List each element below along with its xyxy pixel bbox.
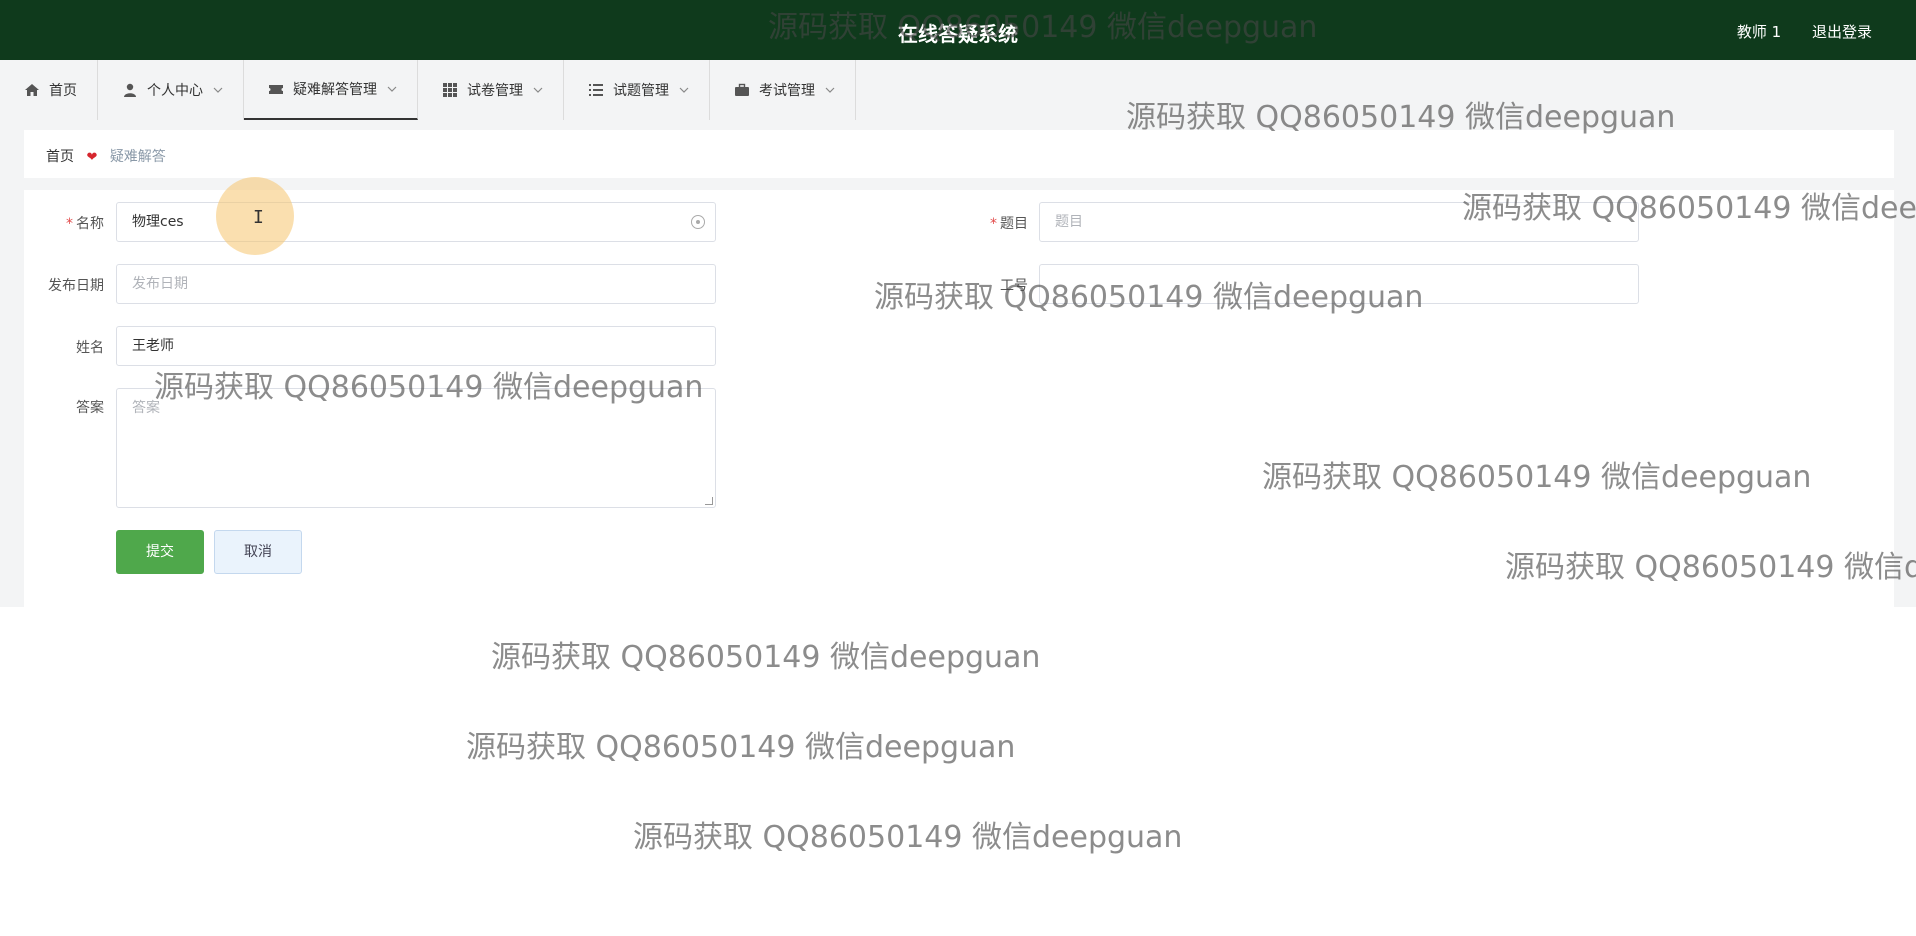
user-area: 教师 1 退出登录 <box>1711 21 1872 42</box>
breadcrumb-home[interactable]: 首页 <box>46 149 74 165</box>
nav-label: 疑难解答管理 <box>293 82 377 98</box>
briefcase-icon <box>735 83 749 96</box>
breadcrumb-trail: 首页 ❤ 疑难解答 <box>46 146 166 166</box>
chevron-down-icon <box>825 87 835 93</box>
ticket-icon <box>269 85 283 94</box>
nav-item-paper-manage[interactable]: 试卷管理 <box>418 60 564 120</box>
resize-handle-icon[interactable] <box>705 497 713 505</box>
date-input[interactable]: 发布日期 <box>116 264 716 304</box>
date-placeholder: 发布日期 <box>132 276 188 292</box>
required-mark: * <box>66 216 73 232</box>
list-icon <box>589 84 603 96</box>
submit-button[interactable]: 提交 <box>116 530 204 574</box>
topic-label: * 题目 <box>990 216 1028 232</box>
user-name-link[interactable]: 教师 1 <box>1737 23 1781 41</box>
nav-label: 试题管理 <box>613 83 669 99</box>
nav-item-qa-manage[interactable]: 疑难解答管理 <box>244 60 418 120</box>
topic-placeholder: 题目 <box>1055 214 1083 230</box>
watermark: 源码获取 QQ86050149 微信deepguan <box>466 730 1016 765</box>
cancel-button[interactable]: 取消 <box>214 530 302 574</box>
topic-input[interactable]: 题目 <box>1039 202 1639 242</box>
logout-link[interactable]: 退出登录 <box>1812 23 1872 41</box>
nav-label: 试卷管理 <box>467 83 523 99</box>
user-icon <box>124 83 136 97</box>
nav-label: 考试管理 <box>759 83 815 99</box>
grid-icon <box>443 83 457 97</box>
nav-item-personal[interactable]: 个人中心 <box>98 60 244 120</box>
clear-icon[interactable] <box>691 215 705 229</box>
nav-label: 首页 <box>49 83 77 99</box>
nav-item-exam-manage[interactable]: 考试管理 <box>710 60 856 120</box>
name-input[interactable]: 物理ces <box>116 202 716 242</box>
name-input-value: 物理ces <box>132 214 184 230</box>
breadcrumb: 首页 ❤ 疑难解答 <box>24 130 1894 178</box>
nav-item-home[interactable]: 首页 <box>0 60 98 120</box>
heart-icon: ❤ <box>86 150 98 165</box>
person-label: 姓名 <box>76 340 104 356</box>
app-title: 在线答疑系统 <box>898 22 1018 46</box>
nav-item-question-manage[interactable]: 试题管理 <box>564 60 710 120</box>
text-cursor-icon: I <box>253 207 264 228</box>
person-input-value: 王老师 <box>132 338 174 354</box>
breadcrumb-current: 疑难解答 <box>109 149 166 165</box>
teacher-id-label: 工号 <box>1000 278 1028 294</box>
answer-placeholder: 答案 <box>132 400 160 416</box>
chevron-down-icon <box>679 87 689 93</box>
watermark: 源码获取 QQ86050149 微信deepguan <box>491 640 1041 675</box>
top-bar: 在线答疑系统 教师 1 退出登录 <box>0 0 1916 60</box>
teacher-id-input[interactable] <box>1039 264 1639 304</box>
required-mark: * <box>990 216 997 232</box>
chevron-down-icon <box>213 87 223 93</box>
main-nav: 首页 个人中心 疑难解答管理 试卷管理 试题管理 考试管理 <box>0 60 1916 120</box>
answer-label: 答案 <box>76 400 104 416</box>
answer-textarea[interactable]: 答案 <box>116 388 716 508</box>
chevron-down-icon <box>387 86 397 92</box>
date-label: 发布日期 <box>48 278 104 294</box>
person-input[interactable]: 王老师 <box>116 326 716 366</box>
chevron-down-icon <box>533 87 543 93</box>
watermark: 源码获取 QQ86050149 微信deepguan <box>633 820 1183 855</box>
home-icon <box>25 84 39 96</box>
nav-label: 个人中心 <box>147 83 203 99</box>
name-label: * 名称 <box>66 216 104 232</box>
